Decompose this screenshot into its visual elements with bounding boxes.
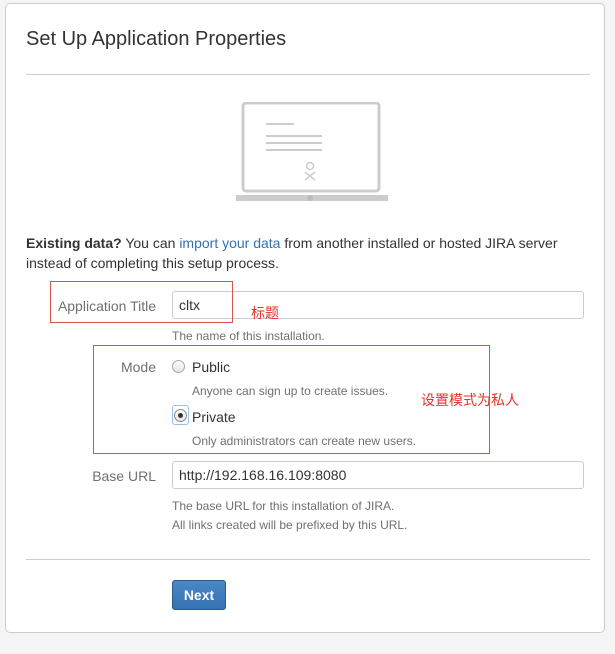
existing-data-before: You can (121, 235, 180, 251)
annotation-box-title (50, 281, 233, 323)
base-url-input[interactable] (172, 461, 584, 489)
annotation-title-note: 标题 (251, 306, 279, 322)
annotation-mode-note: 设置模式为私人 (421, 393, 519, 409)
base-url-hint-1: The base URL for this installation of JI… (172, 499, 395, 513)
next-button[interactable]: Next (172, 580, 226, 610)
existing-data-text: Existing data? You can import your data … (26, 233, 586, 273)
existing-data-lead: Existing data? (26, 235, 122, 251)
header-divider (26, 74, 590, 75)
footer-divider (26, 559, 590, 560)
base-url-label: Base URL (92, 468, 156, 484)
page-title: Set Up Application Properties (26, 28, 287, 50)
app-title-input[interactable] (172, 291, 584, 319)
laptop-illustration-icon (236, 102, 388, 201)
app-title-hint: The name of this installation. (172, 329, 325, 343)
import-data-link[interactable]: import your data (179, 235, 280, 251)
base-url-hint-2: All links created will be prefixed by th… (172, 518, 408, 532)
